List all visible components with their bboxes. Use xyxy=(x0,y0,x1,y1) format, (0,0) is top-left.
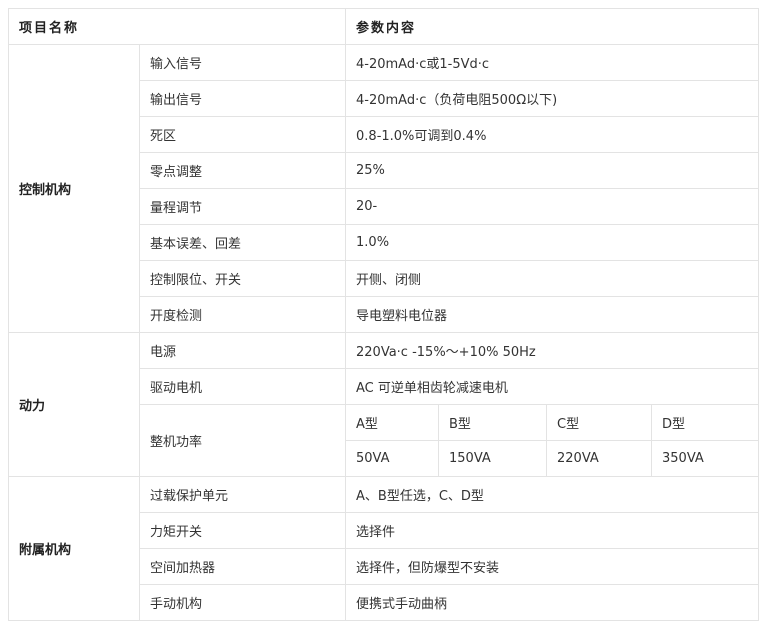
power-value-c: 220VA xyxy=(546,440,653,477)
power-type-a: A型 xyxy=(345,404,440,441)
item-value: 220Va·c -15%～+10% 50Hz xyxy=(345,332,760,369)
header-item-name: 项目名称 xyxy=(7,8,347,45)
item-name: 量程调节 xyxy=(138,188,347,225)
item-value: 便携式手动曲柄 xyxy=(345,584,760,621)
item-name: 控制限位、开关 xyxy=(138,260,347,297)
group-label-power: 动力 xyxy=(8,332,140,477)
item-name: 电源 xyxy=(138,332,347,369)
item-value: 选择件 xyxy=(345,512,760,549)
power-value-b: 150VA xyxy=(438,440,548,477)
item-name: 空间加热器 xyxy=(138,548,347,585)
item-value: 导电塑料电位器 xyxy=(345,296,760,333)
item-value: 20- xyxy=(345,188,760,225)
power-type-d: D型 xyxy=(651,404,760,441)
header-param-content: 参数内容 xyxy=(345,8,760,45)
item-value: 1.0% xyxy=(345,224,760,261)
item-name: 过载保护单元 xyxy=(138,476,347,513)
item-name: 输入信号 xyxy=(138,44,347,81)
item-value: 选择件，但防爆型不安装 xyxy=(345,548,760,585)
item-name: 死区 xyxy=(138,116,347,153)
item-value: 0.8-1.0%可调到0.4% xyxy=(345,116,760,153)
table-row: 动力 电源 220Va·c -15%～+10% 50Hz xyxy=(8,332,760,477)
power-type-c: C型 xyxy=(546,404,653,441)
power-value-a: 50VA xyxy=(345,440,440,477)
item-value: 4-20mAd·c（负荷电阻500Ω以下) xyxy=(345,80,760,117)
item-value: A、B型任选，C、D型 xyxy=(345,476,760,513)
item-name: 手动机构 xyxy=(138,584,347,621)
table-row: 控制机构 输入信号 4-20mAd·c或1-5Vd·c xyxy=(8,44,760,333)
item-name: 基本误差、回差 xyxy=(138,224,347,261)
item-name: 零点调整 xyxy=(138,152,347,189)
item-name: 力矩开关 xyxy=(138,512,347,549)
item-name: 开度检测 xyxy=(138,296,347,333)
item-value: 25% xyxy=(345,152,760,189)
power-value-d: 350VA xyxy=(651,440,760,477)
item-name: 输出信号 xyxy=(138,80,347,117)
table-header-row: 项目名称 参数内容 xyxy=(7,8,760,45)
spec-table: 项目名称 参数内容 控制机构 输入信号 4-20mAd·c或1-5Vd·c 输出… xyxy=(7,8,760,621)
item-value: 开侧、闭侧 xyxy=(345,260,760,297)
item-value: 4-20mAd·c或1-5Vd·c xyxy=(345,44,760,81)
group-label-accessory: 附属机构 xyxy=(8,476,140,621)
power-type-b: B型 xyxy=(438,404,548,441)
item-name: 驱动电机 xyxy=(138,368,347,405)
item-name: 整机功率 xyxy=(138,404,347,477)
group-label-control: 控制机构 xyxy=(8,44,140,333)
item-value: AC 可逆单相齿轮减速电机 xyxy=(345,368,760,405)
table-row: 附属机构 过载保护单元 A、B型任选，C、D型 xyxy=(8,476,760,621)
